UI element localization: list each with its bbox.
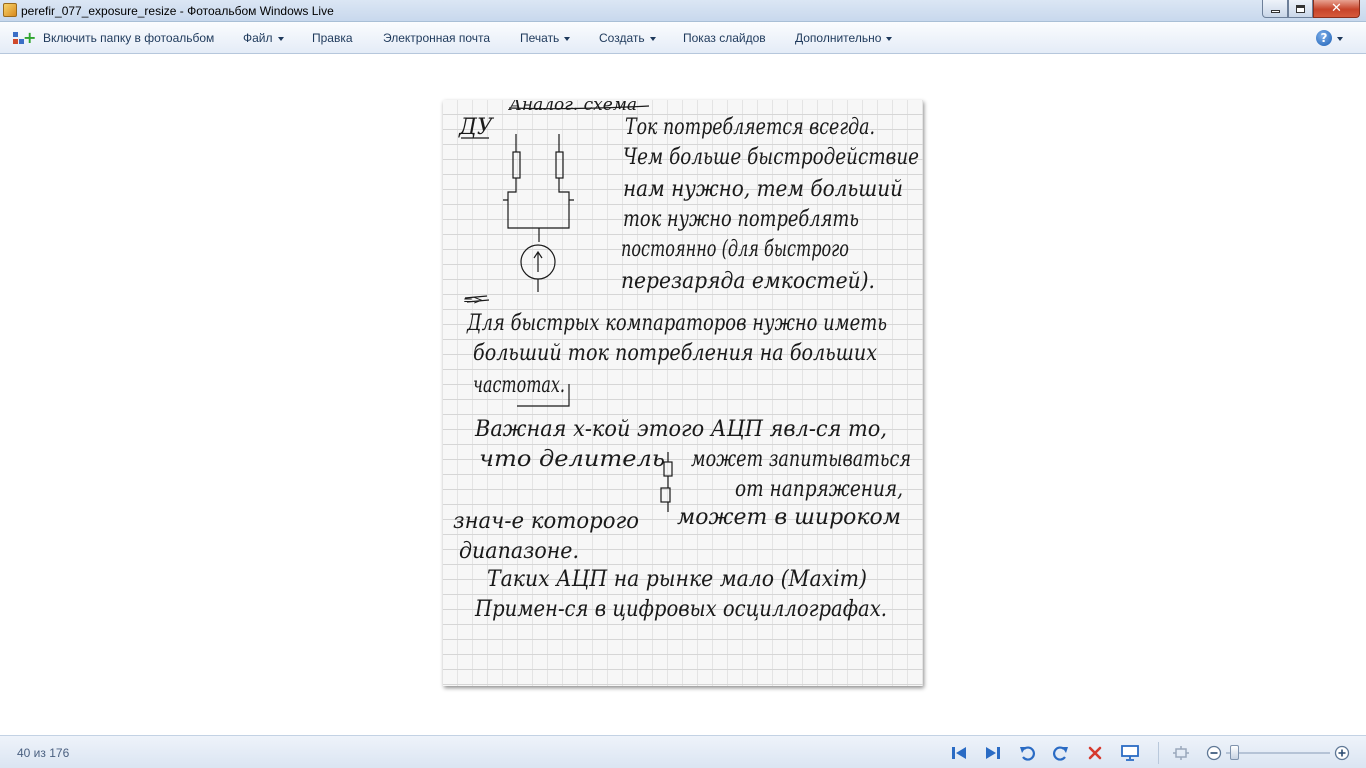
handwritten-line: частотах. bbox=[473, 373, 565, 398]
zoom-slider-thumb[interactable] bbox=[1229, 745, 1239, 760]
handwritten-line: может в широком bbox=[677, 505, 901, 530]
zoom-out-icon bbox=[1206, 745, 1222, 761]
skip-previous-icon bbox=[952, 747, 966, 759]
command-bar: + Включить папку в фотоальбом Файл Правк… bbox=[0, 22, 1366, 54]
rotate-clockwise-icon bbox=[1053, 746, 1068, 761]
chevron-down-icon bbox=[886, 36, 893, 41]
status-bar: 40 из 176 bbox=[0, 735, 1366, 768]
maximize-icon bbox=[1296, 4, 1305, 13]
slideshow-icon bbox=[1121, 745, 1139, 761]
handwritten-line: нам нужно, тем больший bbox=[623, 177, 903, 202]
handwritten-line: ток нужно потреблять bbox=[623, 207, 859, 232]
handwritten-line: Примен-ся в цифровых осциллографах. bbox=[474, 597, 887, 622]
file-menu[interactable]: Файл bbox=[243, 31, 284, 45]
zoom-out-button[interactable] bbox=[1205, 744, 1223, 762]
slideshow-play-button[interactable] bbox=[1121, 744, 1139, 762]
close-icon: ✕ bbox=[1331, 1, 1342, 16]
chevron-down-icon bbox=[564, 36, 571, 41]
rotate-counterclockwise-icon bbox=[1020, 746, 1035, 761]
zoom-slider-track[interactable] bbox=[1226, 752, 1330, 754]
handwritten-line: может запитываться bbox=[691, 447, 911, 472]
close-button[interactable]: ✕ bbox=[1313, 0, 1360, 18]
window-title: perefir_077_exposure_resize - Фотоальбом… bbox=[21, 4, 334, 18]
skip-next-icon bbox=[986, 747, 1000, 759]
minimize-button[interactable] bbox=[1262, 0, 1288, 18]
title-bar: perefir_077_exposure_resize - Фотоальбом… bbox=[0, 0, 1366, 22]
handwritten-line: Чем больше быстродействие bbox=[623, 145, 919, 170]
maximize-button[interactable] bbox=[1288, 0, 1313, 18]
slideshow-button[interactable]: Показ слайдов bbox=[683, 31, 766, 45]
zoom-in-button[interactable] bbox=[1333, 744, 1351, 762]
handwritten-line: от напряжения, bbox=[735, 477, 903, 502]
photo-image: Аналог. схема ДУ Ток потребляется всегда… bbox=[443, 100, 923, 686]
handwritten-line: Важная х-кой этого АЦП явл-ся то, bbox=[474, 417, 887, 442]
rotate-counterclockwise-button[interactable] bbox=[1018, 744, 1036, 762]
photo-gallery-app-icon bbox=[3, 3, 17, 17]
include-folder-icon: + bbox=[13, 30, 36, 46]
handwritten-line: Аналог. схема bbox=[508, 100, 637, 115]
previous-button[interactable] bbox=[950, 744, 968, 762]
notebook-page-drawing: Аналог. схема ДУ Ток потребляется всегда… bbox=[453, 100, 919, 622]
photo-counter: 40 из 176 bbox=[17, 746, 70, 760]
fix-button[interactable]: Правка bbox=[312, 31, 353, 45]
handwritten-line: постоянно (для быстрого bbox=[621, 237, 849, 262]
file-menu-label: Файл bbox=[243, 31, 273, 45]
fit-to-window-button[interactable] bbox=[1172, 744, 1190, 762]
email-button[interactable]: Электронная почта bbox=[383, 31, 490, 45]
print-menu[interactable]: Печать bbox=[520, 31, 571, 45]
handwritten-line: => bbox=[463, 293, 483, 307]
handwritten-line: больший ток потребления на больших bbox=[473, 341, 878, 366]
make-menu-label: Создать bbox=[599, 31, 645, 45]
handwritten-line: знач-е которого bbox=[453, 509, 639, 534]
handwritten-line: ДУ bbox=[458, 115, 495, 140]
delete-icon bbox=[1088, 746, 1102, 760]
print-menu-label: Печать bbox=[520, 31, 560, 45]
help-icon[interactable]: ? bbox=[1316, 30, 1332, 46]
delete-button[interactable] bbox=[1086, 744, 1104, 762]
extras-menu-label: Дополнительно bbox=[795, 31, 882, 45]
zoom-in-icon bbox=[1334, 745, 1350, 761]
make-menu[interactable]: Создать bbox=[599, 31, 656, 45]
handwritten-line: Таких АЦП на рынке мало (Maxim) bbox=[487, 567, 867, 592]
include-folder-button[interactable]: Включить папку в фотоальбом bbox=[43, 31, 214, 45]
photo-viewer: Аналог. схема ДУ Ток потребляется всегда… bbox=[0, 55, 1366, 735]
extras-menu[interactable]: Дополнительно bbox=[795, 31, 893, 45]
toolbar-separator bbox=[1158, 742, 1159, 764]
chevron-down-icon bbox=[277, 36, 284, 41]
handwritten-line: диапазоне. bbox=[459, 539, 579, 564]
help-chevron-down-icon[interactable] bbox=[1337, 37, 1343, 41]
chevron-down-icon bbox=[649, 36, 656, 41]
minimize-icon bbox=[1270, 10, 1280, 13]
handwritten-line: Ток потребляется всегда. bbox=[625, 115, 875, 140]
next-button[interactable] bbox=[984, 744, 1002, 762]
handwritten-line: Для быстрых компараторов нужно иметь bbox=[466, 311, 887, 336]
handwritten-line: что делитель bbox=[479, 447, 665, 472]
fit-to-window-icon bbox=[1173, 746, 1189, 760]
rotate-clockwise-button[interactable] bbox=[1052, 744, 1070, 762]
handwritten-line: перезаряда емкостей). bbox=[621, 269, 875, 294]
